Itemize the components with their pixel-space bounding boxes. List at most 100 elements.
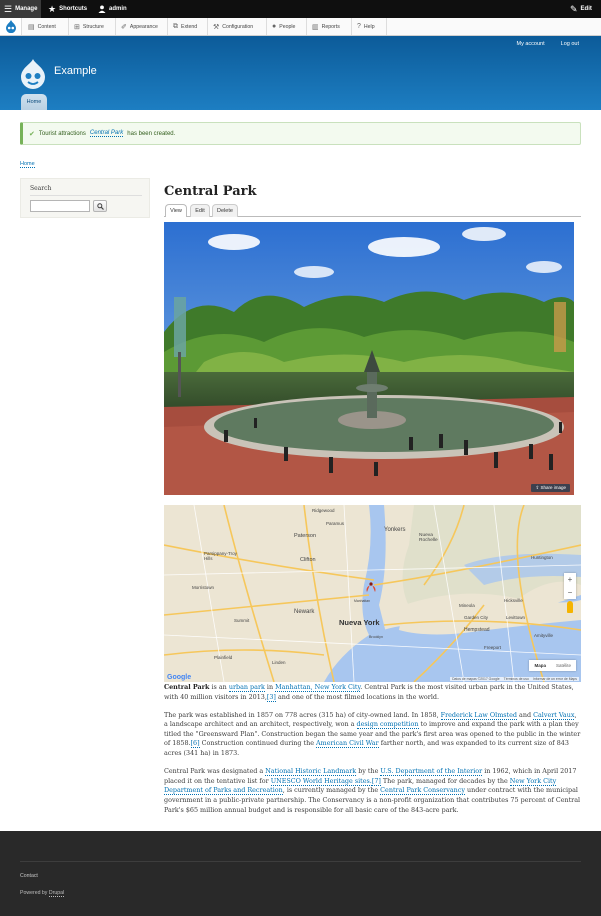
secondary-menu: My account Log out xyxy=(517,41,579,47)
brush-icon: ✐ xyxy=(121,23,127,31)
zoom-in-button[interactable]: + xyxy=(568,575,573,584)
toolbar-user-label: admin xyxy=(109,6,127,12)
tray-item-label: Content xyxy=(37,23,56,30)
link-unesco[interactable]: UNESCO World Heritage sites. xyxy=(270,776,372,786)
citation-link[interactable]: [6] xyxy=(190,739,200,749)
map-label: Brooklyn xyxy=(369,635,383,639)
site-header: My account Log out Example Home xyxy=(0,36,601,110)
link-vaux[interactable]: Calvert Vaux xyxy=(533,710,575,720)
search-button[interactable] xyxy=(93,200,107,212)
map-label: Parsippany-Troy Hills xyxy=(204,551,237,561)
citation-link[interactable]: [7] xyxy=(371,776,381,786)
text: and one of the most filmed locations in … xyxy=(275,692,439,701)
search-input[interactable] xyxy=(30,200,90,212)
map-type-map-button[interactable]: Mapa xyxy=(529,660,551,671)
terms-of-use-link[interactable]: Términos de uso xyxy=(504,677,529,681)
toolbar-tray: ▤ Content ⊞ Structure ✐ Appearance ⧉ Ext… xyxy=(0,18,601,36)
drupal-drop-icon xyxy=(5,20,16,33)
central-park-photo: ⇪ Share image xyxy=(164,222,574,495)
link-urban-park[interactable]: urban park xyxy=(228,683,265,692)
google-map[interactable]: Ridgewood Paramus Yonkers Nueva Rochelle… xyxy=(164,505,581,682)
link-design-competition[interactable]: design competition xyxy=(356,720,419,730)
toolbar-manage-button[interactable]: ☰ Manage xyxy=(0,0,42,18)
toolbar-edit-button[interactable]: ✎ Edit xyxy=(566,0,596,18)
people-icon: ● xyxy=(272,23,277,30)
tab-delete[interactable]: Delete xyxy=(212,204,238,217)
toolbar-user-button[interactable]: admin xyxy=(94,0,131,18)
local-tabs: View Edit Delete xyxy=(164,204,581,217)
link-department-interior[interactable]: U.S. Department of the Interior xyxy=(380,767,483,777)
site-name[interactable]: Example xyxy=(54,65,97,77)
link-civil-war[interactable]: American Civil War xyxy=(316,739,379,749)
tray-item-people[interactable]: ● People xyxy=(267,18,307,35)
tray-item-label: Configuration xyxy=(222,23,254,30)
text: Central Park was designated a xyxy=(164,767,266,776)
tray-item-help[interactable]: ? Help xyxy=(352,18,387,35)
toolbar-shortcuts-label: Shortcuts xyxy=(59,6,88,12)
share-image-button[interactable]: ⇪ Share image xyxy=(531,484,570,492)
map-label: Linden xyxy=(272,660,286,665)
page-title: Central Park xyxy=(164,184,257,199)
drupal-home-button[interactable] xyxy=(0,18,22,35)
citation-link[interactable]: [3] xyxy=(266,692,276,702)
link-conservancy[interactable]: Central Park Conservancy xyxy=(380,786,465,796)
divider xyxy=(20,861,581,862)
map-label: Manhattan xyxy=(354,599,371,603)
text: Construction continued during the xyxy=(199,739,317,748)
toolbar-shortcuts-button[interactable]: ★ Shortcuts xyxy=(44,0,91,18)
text: and xyxy=(517,710,534,719)
toolbar-edit-label: Edit xyxy=(580,6,592,12)
tray-item-reports[interactable]: ▥ Reports xyxy=(307,18,352,35)
tray-item-configuration[interactable]: ⚒ Configuration xyxy=(208,18,267,35)
status-message-prefix: Tourist attractions xyxy=(38,130,86,137)
tray-item-appearance[interactable]: ✐ Appearance xyxy=(116,18,168,35)
breadcrumb-home-link[interactable]: Home xyxy=(20,161,35,168)
tray-item-extend[interactable]: ⧉ Extend xyxy=(168,18,208,35)
drupal-link[interactable]: Drupal xyxy=(48,890,65,897)
tray-item-label: Appearance xyxy=(129,23,158,30)
text: The park was established in 1857 on 778 … xyxy=(164,710,441,719)
map-label: Huntington xyxy=(531,555,553,560)
map-label: Hempstead xyxy=(464,627,490,633)
log-out-link[interactable]: Log out xyxy=(561,41,579,47)
toolbar-manage-label: Manage xyxy=(15,6,38,12)
status-message: ✔ Tourist attractions Central Park has b… xyxy=(20,122,581,145)
tray-item-label: Help xyxy=(363,23,375,30)
map-type-satellite-button[interactable]: Satélite xyxy=(551,660,576,671)
my-account-link[interactable]: My account xyxy=(517,41,545,47)
tray-item-label: Reports xyxy=(321,23,340,30)
paragraph: Central Park is an urban park in Manhatt… xyxy=(164,683,581,702)
user-icon xyxy=(98,5,106,13)
star-icon: ★ xyxy=(48,3,57,14)
footer-contact-link[interactable]: Contact xyxy=(20,873,38,879)
wrench-icon: ⚒ xyxy=(213,23,220,31)
report-map-error-link[interactable]: Informar de un error de Maps xyxy=(533,677,577,681)
tab-edit[interactable]: Edit xyxy=(190,204,210,217)
link-manhattan[interactable]: Manhattan, New York City xyxy=(275,683,361,692)
tray-item-content[interactable]: ▤ Content xyxy=(23,18,69,35)
map-label: Yonkers xyxy=(384,527,406,533)
drupal-logo-icon[interactable] xyxy=(20,59,46,89)
admin-toolbar: ☰ Manage ★ Shortcuts admin ✎ Edit xyxy=(0,0,601,18)
status-message-link[interactable]: Central Park xyxy=(89,130,124,137)
site-footer: Contact Powered by Drupal xyxy=(0,831,601,916)
link-historic-landmark[interactable]: National Historic Landmark xyxy=(265,767,357,777)
link-olmsted[interactable]: Frederick Law Olmsted xyxy=(440,710,518,720)
primary-tab-home[interactable]: Home xyxy=(21,94,47,110)
tray-item-label: Extend xyxy=(181,23,198,30)
map-label: Amityville xyxy=(534,633,554,638)
powered-by-text: Powered by xyxy=(20,890,49,896)
tray-item-structure[interactable]: ⊞ Structure xyxy=(69,18,116,35)
map-type-control: Mapa Satélite xyxy=(529,660,576,671)
powered-by: Powered by Drupal xyxy=(20,890,65,897)
pencil-icon: ✎ xyxy=(570,3,578,14)
puzzle-icon: ⧉ xyxy=(173,22,178,30)
tab-view[interactable]: View xyxy=(165,204,187,217)
checkmark-icon: ✔ xyxy=(29,130,35,138)
share-image-label: Share image xyxy=(540,485,566,490)
google-logo[interactable]: Google xyxy=(167,674,191,681)
zoom-out-button[interactable]: − xyxy=(568,588,573,597)
pegman-icon[interactable] xyxy=(567,601,573,613)
map-label: Newark xyxy=(294,609,315,615)
map-label: Morristown xyxy=(192,585,215,590)
